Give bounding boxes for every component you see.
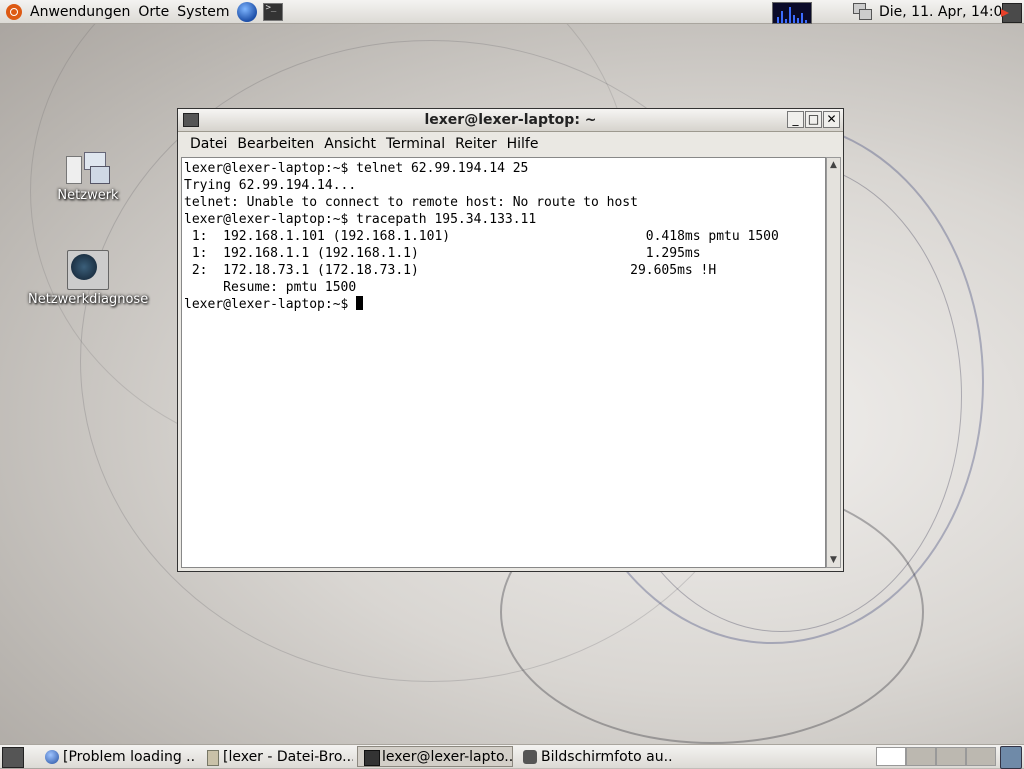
trash-icon[interactable]	[1000, 746, 1022, 769]
close-button[interactable]: ✕	[823, 111, 840, 128]
desktop-icon-network[interactable]: Netzwerk	[28, 152, 148, 203]
terminal-line: 1: 192.168.1.101 (192.168.1.101) 0.418ms…	[184, 229, 779, 244]
logout-icon[interactable]	[1001, 3, 1022, 23]
taskbar-item-label: lexer@lexer-lapto...	[382, 749, 513, 765]
workspace-4[interactable]	[966, 747, 996, 766]
terminal-line: Resume: pmtu 1500	[184, 280, 357, 295]
taskbar-item-terminal[interactable]: lexer@lexer-lapto...	[357, 746, 513, 767]
system-monitor-icon[interactable]	[772, 2, 812, 24]
menu-bearbeiten[interactable]: Bearbeiten	[233, 136, 320, 152]
terminal-icon	[364, 750, 380, 766]
scroll-down-arrow-icon[interactable]: ▼	[828, 554, 839, 566]
ubuntu-logo-icon[interactable]	[6, 3, 22, 20]
desktop-icon-network-diagnostics[interactable]: Netzwerkdiagnose	[28, 250, 148, 307]
web-browser-launcher-icon[interactable]	[236, 1, 257, 22]
window-titlebar[interactable]: lexer@lexer-laptop: ~ _ □ ✕	[178, 109, 843, 132]
workspace-3[interactable]	[936, 747, 966, 766]
text-cursor	[356, 296, 364, 310]
terminal-launcher-icon[interactable]	[262, 2, 283, 21]
menu-places[interactable]: Orte	[134, 0, 173, 24]
workspace-1[interactable]	[876, 747, 906, 766]
desktop-icon-label: Netzwerkdiagnose	[28, 292, 149, 307]
scroll-up-arrow-icon[interactable]: ▲	[828, 159, 839, 171]
terminal-window: lexer@lexer-laptop: ~ _ □ ✕ Datei Bearbe…	[177, 108, 844, 572]
menu-hilfe[interactable]: Hilfe	[503, 136, 545, 152]
menu-ansicht[interactable]: Ansicht	[320, 136, 382, 152]
menu-datei[interactable]: Datei	[186, 136, 233, 152]
terminal-scrollbar[interactable]: ▲ ▼	[826, 157, 841, 568]
workspace-2[interactable]	[906, 747, 936, 766]
terminal-line: lexer@lexer-laptop:~$ telnet 62.99.194.1…	[184, 161, 529, 176]
terminal-line: 2: 172.18.73.1 (172.18.73.1) 29.605ms !H	[184, 263, 717, 278]
window-title: lexer@lexer-laptop: ~	[424, 112, 597, 128]
network-icon	[66, 152, 110, 186]
menu-reiter[interactable]: Reiter	[451, 136, 502, 152]
clock[interactable]: Die, 11. Apr, 14:08	[879, 0, 1011, 24]
show-desktop-icon[interactable]	[2, 747, 24, 768]
taskbar-item-label: [lexer - Datei-Bro...	[223, 749, 354, 765]
browser-icon	[45, 750, 59, 764]
terminal-line: telnet: Unable to connect to remote host…	[184, 195, 638, 210]
taskbar-item-browser[interactable]: [Problem loading ...	[38, 746, 196, 767]
maximize-button[interactable]: □	[805, 111, 822, 128]
menu-terminal[interactable]: Terminal	[382, 136, 451, 152]
taskbar-item-screenshot[interactable]: Bildschirmfoto au...	[516, 746, 674, 767]
file-browser-icon	[207, 750, 219, 766]
network-status-icon[interactable]	[853, 3, 873, 21]
terminal-output[interactable]: lexer@lexer-laptop:~$ telnet 62.99.194.1…	[181, 157, 826, 568]
taskbar-item-label: [Problem loading ...	[63, 749, 196, 765]
network-diagnostics-icon	[67, 250, 109, 290]
terminal-prompt: lexer@lexer-laptop:~$	[184, 297, 357, 312]
terminal-line: lexer@lexer-laptop:~$ tracepath 195.34.1…	[184, 212, 537, 227]
terminal-line: Trying 62.99.194.14...	[184, 178, 357, 193]
window-menubar: Datei Bearbeiten Ansicht Terminal Reiter…	[178, 132, 843, 156]
menu-system[interactable]: System	[173, 0, 233, 24]
terminal-prompt-line: lexer@lexer-laptop:~$	[184, 296, 825, 313]
terminal-line: 1: 192.168.1.1 (192.168.1.1) 1.295ms	[184, 246, 701, 261]
bottom-panel: [Problem loading ... [lexer - Datei-Bro.…	[0, 744, 1024, 769]
desktop-icon-label: Netzwerk	[57, 188, 119, 203]
camera-icon	[523, 750, 537, 764]
minimize-button[interactable]: _	[787, 111, 804, 128]
taskbar-item-file-browser[interactable]: [lexer - Datei-Bro...	[198, 746, 354, 767]
menu-applications[interactable]: Anwendungen	[26, 0, 134, 24]
taskbar-item-label: Bildschirmfoto au...	[541, 749, 674, 765]
